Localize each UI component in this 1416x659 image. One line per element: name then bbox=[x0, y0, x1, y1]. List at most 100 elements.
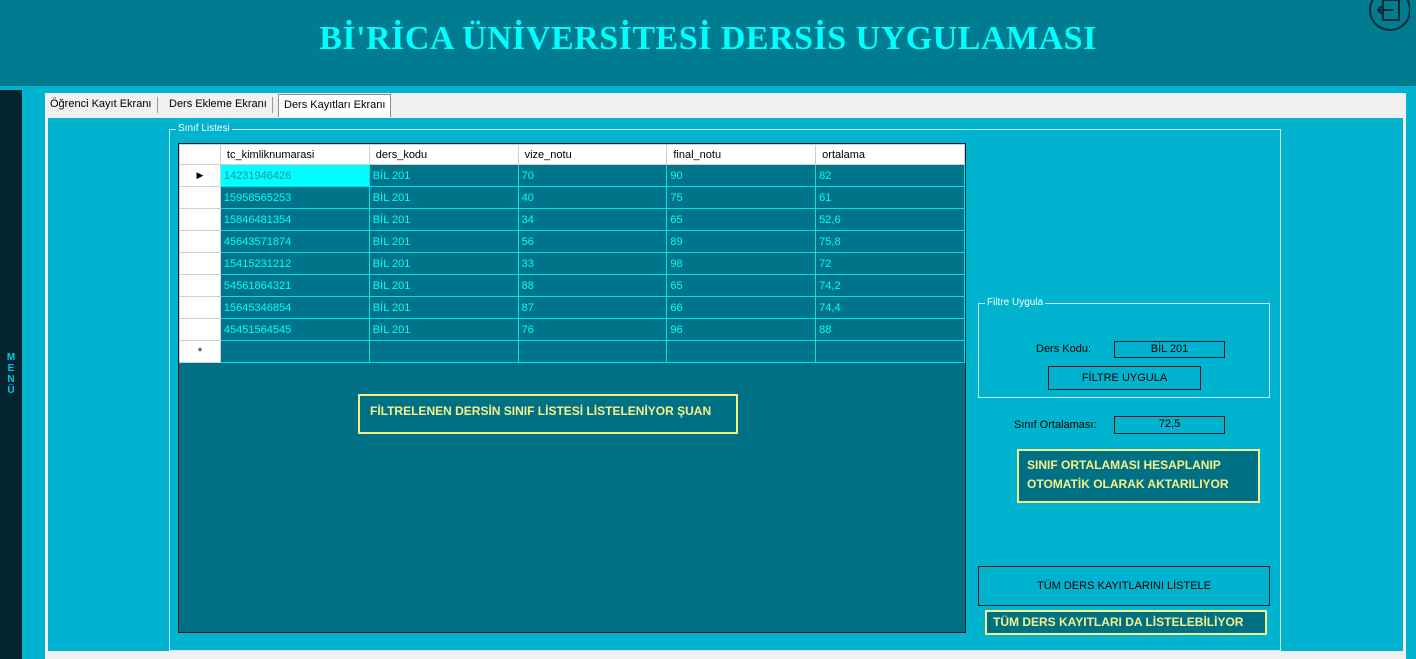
column-header[interactable]: vize_notu bbox=[517, 144, 668, 165]
table-cell[interactable]: BİL 201 bbox=[368, 252, 519, 275]
row-header[interactable] bbox=[179, 208, 221, 231]
table-cell[interactable]: BİL 201 bbox=[368, 274, 519, 297]
tab-ders-ekleme[interactable]: Ders Ekleme Ekranı bbox=[164, 93, 272, 115]
tab-ders-kayitlari[interactable]: Ders Kayıtları Ekranı bbox=[278, 94, 392, 117]
class-average-field: 72,5 bbox=[1114, 416, 1225, 434]
logout-icon bbox=[1369, 0, 1411, 31]
class-average-label: Sınıf Ortalaması: bbox=[1014, 419, 1097, 431]
table-cell[interactable]: 87 bbox=[517, 296, 668, 319]
table-cell[interactable]: 75 bbox=[666, 186, 817, 209]
filter-group-label: Filtre Uygula bbox=[985, 297, 1046, 309]
average-annotation-line: SINIF ORTALAMASI HESAPLANIP bbox=[1027, 458, 1221, 472]
table-cell[interactable]: 15958565253 bbox=[219, 186, 370, 209]
table-cell[interactable] bbox=[666, 340, 817, 363]
table-cell[interactable]: 34 bbox=[517, 208, 668, 231]
grid-annotation: FİLTRELENEN DERSİN SINIF LİSTESİ LİSTELE… bbox=[358, 394, 738, 434]
tab-bar: Öğrenci Kayıt Ekranı Ders Ekleme Ekranı … bbox=[45, 93, 1406, 118]
table-row[interactable]: 15415231212 BİL 201 33 98 72 bbox=[179, 252, 965, 275]
table-row[interactable]: ▶ 14231946426 BİL 201 70 90 82 bbox=[179, 164, 965, 187]
class-list-table: tc_kimliknumarasi ders_kodu vize_notu fi… bbox=[179, 144, 965, 363]
table-cell[interactable]: 54561864321 bbox=[219, 274, 370, 297]
average-annotation: SINIF ORTALAMASI HESAPLANIP OTOMATİK OLA… bbox=[1017, 449, 1260, 503]
app-title: Bİ'RİCA ÜNİVERSİTESİ DERSİS UYGULAMASI bbox=[319, 20, 1097, 57]
table-cell[interactable]: BİL 201 bbox=[368, 230, 519, 253]
table-cell[interactable]: 70 bbox=[517, 164, 668, 187]
table-cell[interactable]: BİL 201 bbox=[368, 186, 519, 209]
table-cell[interactable]: 15846481354 bbox=[219, 208, 370, 231]
table-cell[interactable]: 89 bbox=[666, 230, 817, 253]
bottom-border bbox=[45, 651, 1406, 659]
table-cell[interactable]: BİL 201 bbox=[368, 164, 519, 187]
table-cell[interactable]: 88 bbox=[517, 274, 668, 297]
table-cell[interactable]: 52,6 bbox=[815, 208, 965, 231]
table-cell[interactable]: 96 bbox=[666, 318, 817, 341]
table-cell[interactable]: 82 bbox=[815, 164, 965, 187]
ders-kodu-field[interactable]: BİL 201 bbox=[1114, 341, 1225, 358]
table-cell[interactable]: BİL 201 bbox=[368, 208, 519, 231]
table-cell[interactable]: 65 bbox=[666, 208, 817, 231]
column-header[interactable]: ortalama bbox=[815, 144, 965, 165]
average-annotation-line: OTOMATİK OLARAK AKTARILIYOR bbox=[1027, 477, 1229, 491]
table-cell[interactable]: BİL 201 bbox=[368, 296, 519, 319]
table-cell[interactable]: 76 bbox=[517, 318, 668, 341]
table-cell[interactable]: 45643571874 bbox=[219, 230, 370, 253]
table-header-row: tc_kimliknumarasi ders_kodu vize_notu fi… bbox=[179, 144, 965, 165]
row-header[interactable] bbox=[179, 252, 221, 275]
column-header[interactable]: ders_kodu bbox=[368, 144, 519, 165]
tab-separator bbox=[157, 97, 158, 113]
menu-label: M E N Ü bbox=[0, 352, 22, 396]
table-cell[interactable] bbox=[815, 340, 965, 363]
table-cell[interactable]: 75,8 bbox=[815, 230, 965, 253]
new-row[interactable]: * bbox=[179, 340, 965, 363]
menu-letter: M bbox=[6, 352, 16, 363]
column-header[interactable]: final_notu bbox=[666, 144, 817, 165]
table-row[interactable]: 15846481354 BİL 201 34 65 52,6 bbox=[179, 208, 965, 231]
table-row[interactable]: 54561864321 BİL 201 88 65 74,2 bbox=[179, 274, 965, 297]
tab-separator bbox=[272, 97, 273, 113]
table-cell[interactable]: 56 bbox=[517, 230, 668, 253]
table-cell[interactable]: 66 bbox=[666, 296, 817, 319]
table-cell[interactable]: 40 bbox=[517, 186, 668, 209]
table-cell[interactable]: 88 bbox=[815, 318, 965, 341]
table-cell[interactable]: BİL 201 bbox=[368, 318, 519, 341]
table-row[interactable]: 15958565253 BİL 201 40 75 61 bbox=[179, 186, 965, 209]
table-row[interactable]: 45643571874 BİL 201 56 89 75,8 bbox=[179, 230, 965, 253]
new-row-header[interactable]: * bbox=[179, 340, 221, 363]
menu-letter: Ü bbox=[7, 385, 15, 396]
table-cell[interactable]: 74,2 bbox=[815, 274, 965, 297]
table-cell[interactable]: 15645346854 bbox=[219, 296, 370, 319]
row-header[interactable] bbox=[179, 230, 221, 253]
list-all-annotation: TÜM DERS KAYITLARI DA LİSTELEBİLİYOR bbox=[985, 610, 1267, 635]
column-header[interactable]: tc_kimliknumarasi bbox=[219, 144, 370, 165]
table-row[interactable]: 45451564545 BİL 201 76 96 88 bbox=[179, 318, 965, 341]
menu-letter: N bbox=[7, 374, 15, 385]
exit-button[interactable] bbox=[1366, 0, 1411, 34]
row-header[interactable]: ▶ bbox=[179, 164, 221, 187]
tab-ogrenci-kayit[interactable]: Öğrenci Kayıt Ekranı bbox=[45, 93, 157, 115]
table-cell[interactable]: 15415231212 bbox=[219, 252, 370, 275]
row-header[interactable] bbox=[179, 274, 221, 297]
row-header[interactable] bbox=[179, 296, 221, 319]
table-cell[interactable]: 72 bbox=[815, 252, 965, 275]
table-cell[interactable] bbox=[219, 340, 370, 363]
table-cell[interactable]: 65 bbox=[666, 274, 817, 297]
table-cell[interactable] bbox=[517, 340, 668, 363]
ders-kodu-label: Ders Kodu: bbox=[1036, 343, 1092, 355]
table-cell[interactable]: 98 bbox=[666, 252, 817, 275]
table-row[interactable]: 15645346854 BİL 201 87 66 74,4 bbox=[179, 296, 965, 319]
class-list-grid[interactable]: tc_kimliknumarasi ders_kodu vize_notu fi… bbox=[178, 143, 966, 633]
table-cell[interactable]: 74,4 bbox=[815, 296, 965, 319]
list-all-records-button[interactable]: TÜM DERS KAYITLARINI LİSTELE bbox=[978, 566, 1270, 606]
table-cell[interactable]: 14231946426 bbox=[219, 164, 370, 187]
app-header: Bİ'RİCA ÜNİVERSİTESİ DERSİS UYGULAMASI bbox=[0, 0, 1416, 86]
side-menu[interactable]: M E N Ü bbox=[0, 90, 22, 659]
table-cell[interactable]: 33 bbox=[517, 252, 668, 275]
row-header[interactable] bbox=[179, 186, 221, 209]
row-header-corner bbox=[179, 144, 221, 165]
table-cell[interactable] bbox=[368, 340, 519, 363]
table-cell[interactable]: 45451564545 bbox=[219, 318, 370, 341]
table-cell[interactable]: 90 bbox=[666, 164, 817, 187]
table-cell[interactable]: 61 bbox=[815, 186, 965, 209]
row-header[interactable] bbox=[179, 318, 221, 341]
filter-apply-button[interactable]: FİLTRE UYGULA bbox=[1048, 366, 1201, 390]
